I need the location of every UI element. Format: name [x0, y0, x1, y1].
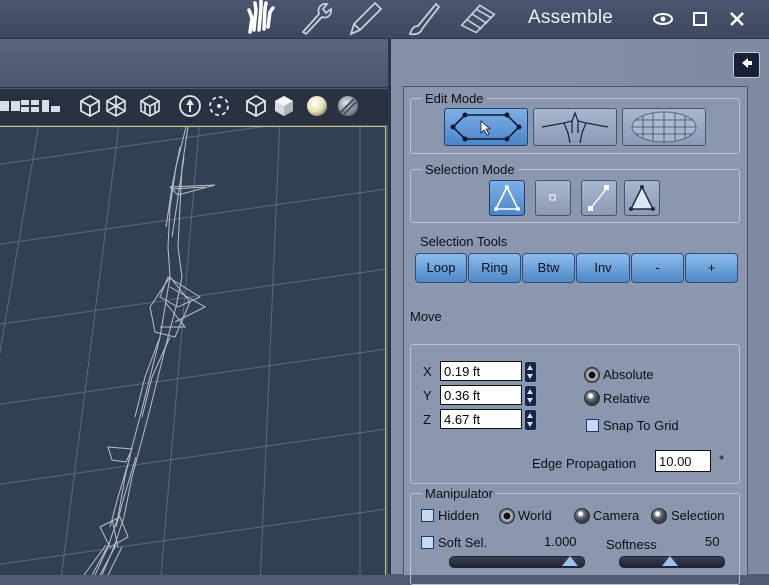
bounding-box-icon[interactable] — [78, 94, 102, 118]
selection-radio[interactable] — [651, 508, 667, 524]
wireframe-icon[interactable] — [104, 94, 128, 118]
cube-icon[interactable] — [244, 94, 268, 118]
edit-mode-label: Edit Mode — [422, 91, 487, 106]
soft-selection-value: 1.000 — [544, 534, 577, 549]
soft-selection-slider[interactable] — [449, 556, 585, 568]
soft-selection-slider-thumb[interactable] — [562, 556, 578, 566]
x-label: X — [423, 364, 432, 379]
soft-selection-checkbox[interactable] — [421, 536, 434, 549]
softness-slider-thumb[interactable] — [662, 556, 678, 566]
polygon-edit-button[interactable] — [444, 108, 528, 146]
figure-edit-button[interactable] — [533, 108, 617, 146]
edge-propagation-label: Edge Propagation — [532, 456, 637, 471]
smooth-shaded-icon[interactable] — [272, 94, 296, 118]
face-select-icon — [629, 185, 655, 211]
edge-propagation-field[interactable]: 10.00 — [655, 450, 711, 472]
room-title: Assemble — [528, 7, 614, 28]
y-field[interactable]: 0.36 ft — [440, 385, 522, 405]
grow-selection-button[interactable]: + — [685, 253, 738, 283]
move-label: Move — [410, 309, 442, 324]
loop-button[interactable]: Loop — [415, 253, 467, 283]
camera-label: Camera — [593, 508, 640, 523]
selection-tools-label: Selection Tools — [420, 234, 508, 249]
softness-slider[interactable] — [619, 556, 725, 568]
collapse-panel-button[interactable] — [733, 52, 760, 78]
triangle-select-button[interactable] — [489, 180, 525, 216]
sphere-grid-button[interactable] — [622, 108, 706, 146]
brush-icon[interactable] — [404, 0, 444, 36]
face-select-button[interactable] — [624, 180, 660, 216]
relative-radio[interactable] — [584, 390, 600, 406]
ring-button[interactable]: Ring — [468, 253, 521, 283]
z-label: Z — [423, 412, 431, 427]
figure-edit-icon — [541, 111, 609, 144]
hand-icon[interactable] — [240, 0, 280, 36]
world-radio[interactable] — [499, 508, 515, 524]
hidden-checkbox[interactable] — [421, 509, 434, 522]
x-field[interactable]: 0.19 ft — [440, 361, 522, 381]
sphere-grid-icon — [631, 111, 697, 143]
film-icon[interactable] — [458, 0, 498, 36]
soft-selection-label: Soft Sel. — [438, 535, 488, 550]
eye-icon[interactable] — [652, 9, 674, 29]
world-label: World — [518, 508, 552, 523]
y-stepper[interactable] — [524, 385, 537, 407]
viewport-header — [0, 39, 388, 88]
snap-to-grid-label: Snap To Grid — [603, 418, 679, 433]
x-stepper[interactable] — [524, 361, 537, 383]
softness-label: Softness — [606, 537, 657, 552]
selection-label: Selection — [671, 508, 725, 523]
edge-select-button[interactable] — [581, 180, 617, 216]
close-icon[interactable] — [726, 9, 748, 29]
orbit-icon[interactable] — [207, 94, 231, 118]
sphere-lit-icon[interactable] — [305, 94, 329, 118]
snap-to-grid-checkbox[interactable] — [586, 419, 599, 432]
absolute-label: Absolute — [603, 367, 654, 382]
shrink-selection-button[interactable]: - — [631, 253, 684, 283]
wrench-icon[interactable] — [297, 0, 337, 36]
sphere-textured-icon[interactable] — [336, 94, 360, 118]
polygon-edit-icon — [450, 112, 522, 142]
manipulator-label: Manipulator — [422, 486, 496, 501]
point-select-icon — [549, 194, 556, 201]
absolute-radio[interactable] — [584, 367, 600, 383]
wireframe-model — [0, 127, 385, 575]
hidden-label: Hidden — [438, 508, 480, 523]
edge-select-icon — [588, 185, 609, 211]
z-stepper[interactable] — [524, 409, 537, 431]
z-field[interactable]: 4.67 ft — [440, 409, 522, 429]
selection-mode-label: Selection Mode — [422, 162, 518, 177]
y-label: Y — [423, 388, 432, 403]
triangle-select-icon — [494, 185, 520, 211]
maximize-icon[interactable] — [689, 9, 711, 29]
title-bar: Assemble — [0, 0, 769, 39]
layout-3-icon[interactable] — [40, 94, 64, 118]
softness-value: 50 — [705, 534, 720, 549]
pan-icon[interactable] — [178, 94, 202, 118]
arrow-left-icon — [741, 58, 752, 68]
between-button[interactable]: Btw — [522, 253, 575, 283]
invert-button[interactable]: Inv — [576, 253, 630, 283]
selection-mode-group — [410, 169, 740, 223]
edge-propagation-marker: * — [719, 452, 725, 467]
viewport-toolbar — [0, 89, 388, 125]
pencil-icon[interactable] — [345, 0, 385, 36]
camera-radio[interactable] — [574, 508, 590, 524]
point-select-button[interactable] — [535, 180, 571, 216]
relative-label: Relative — [603, 391, 650, 406]
3d-viewport[interactable] — [0, 126, 386, 575]
hidden-line-icon[interactable] — [138, 94, 162, 118]
